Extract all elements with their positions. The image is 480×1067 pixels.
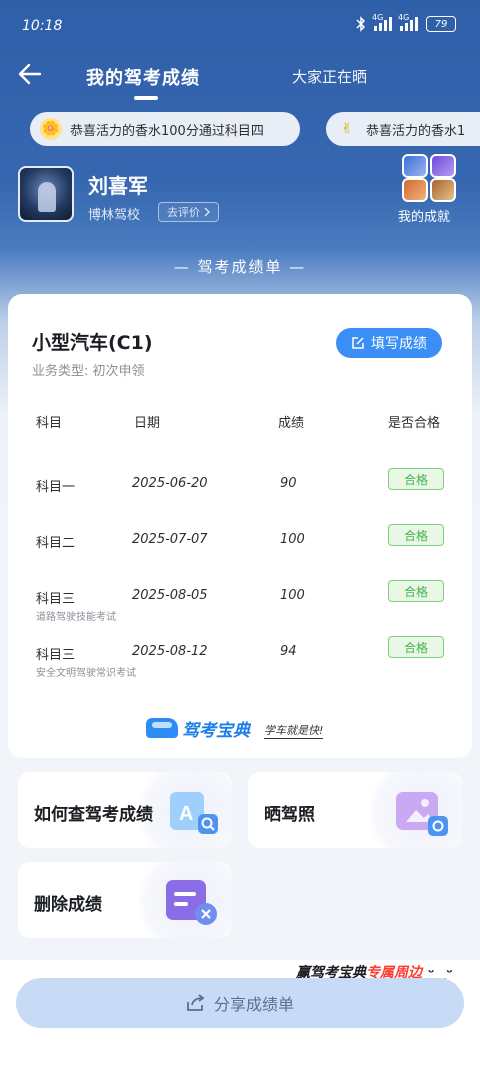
cell-subject: 科目二 bbox=[36, 536, 76, 551]
cell-date: 2025-07-07 bbox=[132, 532, 208, 547]
battery-icon: 79 bbox=[426, 16, 456, 32]
font-search-icon: A bbox=[170, 792, 218, 834]
congrats-ticker: 🌼 恭喜活力的香水100分通过科目四 ✌ 恭喜活力的香水1 bbox=[0, 112, 480, 146]
victory-hand-icon: ✌ bbox=[341, 121, 353, 137]
tile-label: 删除成绩 bbox=[34, 895, 102, 915]
header-passed: 是否合格 bbox=[388, 416, 441, 431]
status-icons: 4G 4G 79 bbox=[356, 13, 456, 32]
pass-badge: 合格 bbox=[388, 468, 444, 490]
avatar[interactable] bbox=[18, 166, 74, 222]
table-row: 科目三 2025-08-05 100 合格 道路驾驶技能考试 bbox=[8, 580, 472, 638]
signal-icon: 4G bbox=[398, 13, 418, 31]
svg-text:A: A bbox=[179, 803, 193, 825]
status-bar: 10:18 4G 4G 79 bbox=[0, 0, 480, 52]
header-date: 日期 bbox=[134, 416, 161, 431]
tile-label: 如何查驾考成绩 bbox=[34, 805, 153, 825]
flower-icon: 🌼 bbox=[40, 118, 62, 140]
tile-label: 晒驾照 bbox=[264, 805, 315, 825]
cell-score: 94 bbox=[280, 644, 297, 659]
back-arrow-icon[interactable] bbox=[16, 60, 44, 88]
cell-date: 2025-08-05 bbox=[132, 588, 208, 603]
header-subject: 科目 bbox=[36, 416, 63, 431]
status-time: 10:18 bbox=[22, 18, 63, 34]
cell-score: 90 bbox=[280, 476, 297, 491]
cell-note: 安全文明驾驶常识考试 bbox=[36, 668, 136, 679]
tab-indicator bbox=[134, 96, 158, 100]
achievement-badge-icon bbox=[402, 154, 428, 178]
brand-logo: 驾考宝典 学车就是快! bbox=[146, 712, 346, 742]
car-logo-icon bbox=[146, 718, 178, 738]
signal-icon: 4G bbox=[372, 13, 392, 31]
table-row: 科目三 2025-08-12 94 合格 安全文明驾驶常识考试 bbox=[8, 636, 472, 694]
cell-score: 100 bbox=[280, 588, 305, 603]
photo-camera-icon bbox=[396, 792, 448, 836]
table-row: 科目二 2025-07-07 100 合格 bbox=[8, 524, 472, 582]
achievement-badge-icon bbox=[430, 178, 456, 202]
achievement-badge-icon bbox=[430, 154, 456, 178]
achievement-badge-icon bbox=[402, 178, 428, 202]
license-type: 小型汽车(C1) bbox=[32, 332, 153, 354]
fill-score-button[interactable]: 填写成绩 bbox=[336, 328, 442, 358]
how-to-check-tile[interactable]: 如何查驾考成绩 A bbox=[18, 772, 232, 848]
ticker-text: 恭喜活力的香水1 bbox=[366, 123, 466, 139]
ticker-item[interactable]: 🌼 恭喜活力的香水100分通过科目四 bbox=[30, 112, 300, 146]
delete-scores-tile[interactable]: 删除成绩 bbox=[18, 862, 232, 938]
top-nav: 我的驾考成绩 大家正在晒 bbox=[0, 56, 480, 100]
driving-school: 博林驾校 bbox=[88, 208, 141, 223]
achievements-label: 我的成就 bbox=[398, 210, 451, 225]
score-card: 小型汽车(C1) 业务类型: 初次申领 填写成绩 科目 日期 成绩 是否合格 科… bbox=[8, 294, 472, 758]
rate-button[interactable]: 去评价 bbox=[158, 202, 219, 222]
pass-badge: 合格 bbox=[388, 636, 444, 658]
table-row: 科目一 2025-06-20 90 合格 bbox=[8, 468, 472, 526]
cell-subject: 科目三 bbox=[36, 648, 76, 663]
business-type: 业务类型: 初次申领 bbox=[32, 364, 145, 379]
ticker-text: 恭喜活力的香水100分通过科目四 bbox=[70, 123, 264, 139]
bluetooth-icon bbox=[356, 16, 366, 32]
cell-score: 100 bbox=[280, 532, 305, 547]
cell-date: 2025-06-20 bbox=[132, 476, 208, 491]
brand-slogan: 学车就是快! bbox=[264, 724, 324, 739]
pass-badge: 合格 bbox=[388, 580, 444, 602]
brand-name: 驾考宝典 bbox=[182, 721, 250, 741]
user-name: 刘喜军 bbox=[88, 174, 148, 198]
share-icon bbox=[187, 994, 205, 1011]
cell-subject: 科目一 bbox=[36, 480, 76, 495]
user-profile: 刘喜军 博林驾校 去评价 我的成就 bbox=[18, 154, 462, 236]
share-scores-button[interactable]: 分享成绩单 bbox=[16, 978, 464, 1028]
chevron-right-icon bbox=[204, 207, 210, 217]
cell-note: 道路驾驶技能考试 bbox=[36, 612, 116, 623]
sheet-title: — 驾考成绩单 — bbox=[173, 258, 307, 276]
cell-subject: 科目三 bbox=[36, 592, 76, 607]
edit-icon bbox=[352, 337, 364, 349]
tab-everyone-sharing[interactable]: 大家正在晒 bbox=[292, 66, 367, 87]
ticker-item[interactable]: ✌ 恭喜活力的香水1 bbox=[326, 112, 480, 146]
header-score: 成绩 bbox=[278, 416, 305, 431]
pass-badge: 合格 bbox=[388, 524, 444, 546]
delete-document-icon bbox=[166, 880, 217, 925]
achievements[interactable]: 我的成就 bbox=[398, 154, 462, 238]
cell-date: 2025-08-12 bbox=[132, 644, 208, 659]
show-license-tile[interactable]: 晒驾照 bbox=[248, 772, 462, 848]
tab-my-scores[interactable]: 我的驾考成绩 bbox=[86, 64, 200, 90]
